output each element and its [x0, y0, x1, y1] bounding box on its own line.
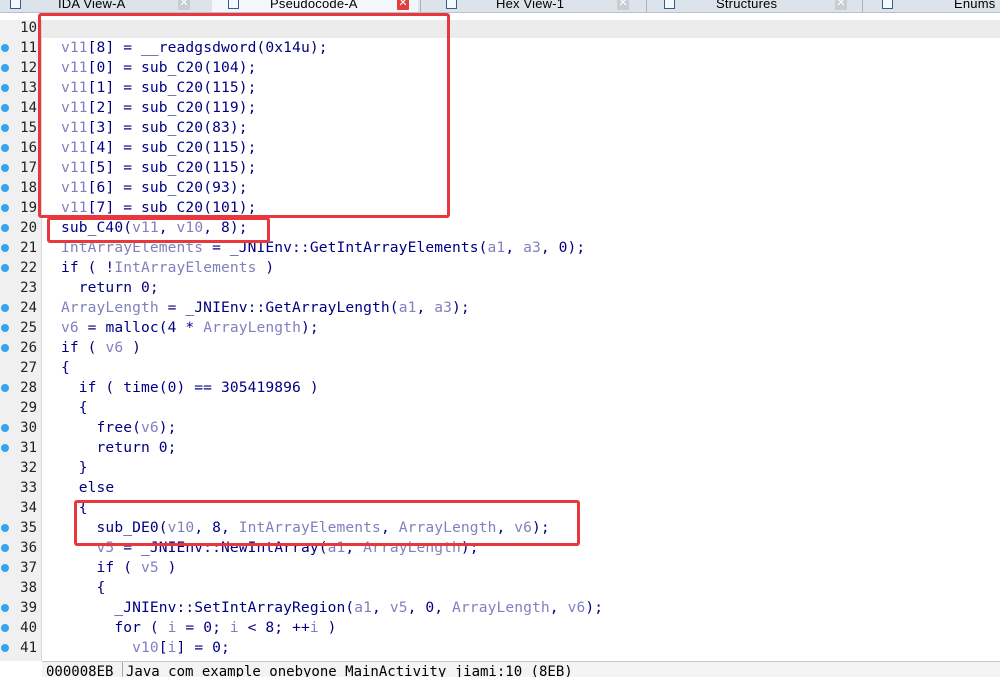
code-line[interactable]: 30 free(v6); [0, 418, 1000, 438]
code-text: return 0; [61, 279, 159, 296]
code-line[interactable]: 33 else [0, 478, 1000, 498]
tab-label: Hex View-1 [496, 0, 565, 11]
line-number: 41 [20, 640, 37, 656]
line-number: 10 [20, 20, 37, 36]
line-number: 32 [20, 460, 37, 476]
line-number: 35 [20, 520, 37, 536]
code-text: v10[i] = 0; [132, 639, 230, 656]
code-line[interactable]: 38 { [0, 578, 1000, 598]
code-line[interactable]: 24 ArrayLength = _JNIEnv::GetArrayLength(… [0, 298, 1000, 318]
line-number: 30 [20, 420, 37, 436]
status-address: 000008EB [46, 664, 114, 677]
tab-bar: IDA View-A ✕ Pseudocode-A ✕ Hex View-1 ✕ Struc… [0, 0, 1000, 13]
line-number: 34 [20, 500, 37, 516]
line-number: 24 [20, 300, 37, 316]
code-text: if ( v6 ) [61, 339, 141, 356]
code-line[interactable]: 41 v10[i] = 0; [0, 638, 1000, 658]
line-number: 29 [20, 400, 37, 416]
code-text: for ( i = 0; i < 8; ++i ) [61, 619, 337, 636]
status-bar: 000008EB Java_com_example_onebyone_MainA… [42, 661, 1000, 677]
status-location: Java_com_example_onebyone_MainActivity_j… [126, 664, 573, 677]
code-line[interactable]: 40 for ( i = 0; i < 8; ++i ) [0, 618, 1000, 638]
code-line[interactable]: 28 if ( time(0) == 305419896 ) [0, 378, 1000, 398]
tab-pseudocode-a[interactable]: Pseudocode-A ✕ [212, 0, 418, 12]
tab-label: IDA View-A [58, 0, 126, 11]
line-number: 11 [20, 40, 37, 56]
structures-icon [664, 0, 675, 9]
line-number: 33 [20, 480, 37, 496]
code-line[interactable]: 29 { [0, 398, 1000, 418]
code-text: if ( v5 ) [61, 559, 177, 576]
code-line[interactable]: 39 _JNIEnv::SetIntArrayRegion(a1, v5, 0,… [0, 598, 1000, 618]
line-number: 36 [20, 540, 37, 556]
tab-label: Structures [716, 0, 778, 11]
line-number: 31 [20, 440, 37, 456]
code-text: else [61, 479, 115, 496]
code-text: { [61, 399, 88, 416]
line-number: 13 [20, 80, 37, 96]
code-line[interactable]: 23 return 0; [0, 278, 1000, 298]
close-icon[interactable]: ✕ [617, 0, 629, 10]
line-number: 17 [20, 160, 37, 176]
code-line[interactable]: 37 if ( v5 ) [0, 558, 1000, 578]
line-number: 22 [20, 260, 37, 276]
close-icon[interactable]: ✕ [397, 0, 409, 10]
code-text: ArrayLength = _JNIEnv::GetArrayLength(a1… [61, 299, 470, 316]
line-number: 14 [20, 100, 37, 116]
line-number: 16 [20, 140, 37, 156]
line-number: 18 [20, 180, 37, 196]
code-text: free(v6); [61, 419, 177, 436]
line-number: 26 [20, 340, 37, 356]
pseudocode-icon [228, 0, 239, 9]
annotation-box-v11-assignments [38, 13, 450, 218]
code-text: if ( !IntArrayElements ) [61, 259, 275, 276]
line-number: 39 [20, 600, 37, 616]
code-text: { [61, 359, 70, 376]
code-text: { [61, 579, 106, 596]
tab-enums[interactable]: Enums [872, 0, 1000, 12]
code-text: if ( time(0) == 305419896 ) [61, 379, 319, 396]
tab-separator [862, 0, 863, 12]
code-line[interactable]: 22 if ( !IntArrayElements ) [0, 258, 1000, 278]
code-text: return 0; [61, 439, 177, 456]
tab-label: Pseudocode-A [270, 0, 358, 11]
tab-structures[interactable]: Structures ✕ [652, 0, 860, 12]
line-number: 28 [20, 380, 37, 396]
line-number: 38 [20, 580, 37, 596]
code-line[interactable]: 31 return 0; [0, 438, 1000, 458]
annotation-box-sub-de0-call [74, 500, 580, 546]
line-number: 25 [20, 320, 37, 336]
disassembly-icon [10, 0, 21, 9]
line-number: 27 [20, 360, 37, 376]
code-text: v6 = malloc(4 * ArrayLength); [61, 319, 319, 336]
code-line[interactable]: 27 { [0, 358, 1000, 378]
line-number: 23 [20, 280, 37, 296]
annotation-box-sub-c40-call [47, 217, 270, 243]
code-line[interactable]: 32 } [0, 458, 1000, 478]
tab-separator [420, 0, 421, 12]
line-number: 40 [20, 620, 37, 636]
tab-ida-view-a[interactable]: IDA View-A ✕ [0, 0, 210, 12]
line-number: 37 [20, 560, 37, 576]
close-icon[interactable]: ✕ [835, 0, 847, 10]
code-text: } [61, 459, 88, 476]
code-line[interactable]: 25 v6 = malloc(4 * ArrayLength); [0, 318, 1000, 338]
close-icon[interactable]: ✕ [178, 0, 190, 10]
line-number: 20 [20, 220, 37, 236]
code-text: _JNIEnv::SetIntArrayRegion(a1, v5, 0, Ar… [61, 599, 604, 616]
tab-label: Enums [954, 0, 996, 11]
line-number: 12 [20, 60, 37, 76]
code-line[interactable]: 26 if ( v6 ) [0, 338, 1000, 358]
hex-icon [446, 0, 457, 9]
line-number: 15 [20, 120, 37, 136]
tab-separator [646, 0, 647, 12]
line-number: 19 [20, 200, 37, 216]
line-number: 21 [20, 240, 37, 256]
tab-hex-view-1[interactable]: Hex View-1 ✕ [432, 0, 644, 12]
enums-icon [882, 0, 893, 9]
